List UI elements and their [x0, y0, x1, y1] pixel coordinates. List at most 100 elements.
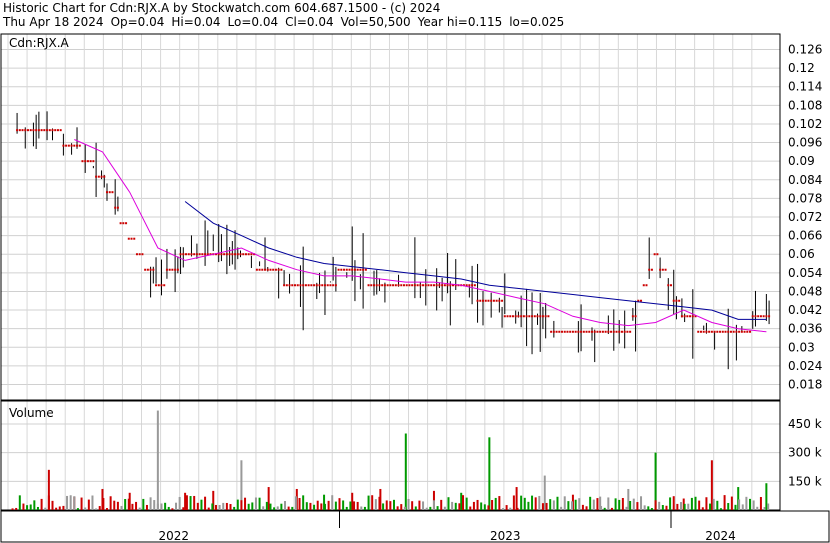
close-tick [247, 253, 250, 256]
close-tick [321, 284, 324, 287]
volume-bar [29, 504, 32, 510]
volume-bar [632, 498, 635, 510]
volume-bar [501, 508, 504, 510]
close-tick [100, 175, 103, 178]
close-tick [482, 299, 485, 302]
close-tick [509, 315, 512, 318]
close-tick [307, 284, 310, 287]
volume-bar [229, 504, 232, 510]
close-tick [277, 268, 280, 271]
volume-bar [313, 504, 316, 510]
volume-bar [763, 507, 766, 510]
volume-bar [523, 497, 526, 510]
volume-bar [316, 500, 319, 510]
volume-bar [345, 506, 348, 510]
volume-bar [443, 506, 446, 510]
volume-bar [723, 495, 726, 510]
close-tick [580, 330, 583, 333]
volume-bar [658, 501, 661, 510]
close-tick [258, 268, 261, 271]
close-tick [443, 284, 446, 287]
volume-bar [614, 498, 617, 510]
close-tick [400, 284, 403, 287]
volume-bar [225, 502, 228, 510]
close-tick [596, 330, 599, 333]
close-tick [705, 330, 708, 333]
volume-bar [371, 495, 374, 510]
close-tick [353, 268, 356, 271]
price-tick-label: 0.096 [788, 136, 822, 150]
close-tick [629, 330, 632, 333]
volume-bar [76, 508, 79, 510]
volume-bar [560, 506, 563, 510]
volume-bar [460, 492, 463, 510]
volume-bar [650, 508, 653, 510]
close-tick [751, 315, 754, 318]
volume-bar [589, 496, 592, 510]
price-panel-title: Cdn:RJX.A [9, 36, 70, 50]
volume-bar [26, 505, 29, 510]
volume-bar [756, 506, 759, 510]
volume-bar [585, 506, 588, 510]
close-tick [35, 129, 38, 132]
volume-bar [160, 503, 163, 510]
volume-bar [149, 497, 152, 510]
close-tick [552, 330, 555, 333]
close-tick [193, 253, 196, 256]
volume-panel-frame [0, 400, 781, 511]
volume-bar [116, 501, 119, 510]
volume-bar [262, 506, 265, 510]
volume-bar [62, 505, 65, 510]
volume-bar [164, 502, 167, 510]
close-tick [223, 253, 226, 256]
volume-bar [719, 508, 722, 510]
volume-bar [701, 507, 704, 510]
volume-bar [407, 498, 410, 510]
close-tick [604, 330, 607, 333]
price-tick-label: 0.048 [788, 284, 822, 298]
volume-bar [451, 501, 454, 510]
close-tick [716, 330, 719, 333]
volume-bar [351, 492, 354, 510]
close-tick [313, 284, 316, 287]
volume-bar [222, 502, 225, 510]
price-tick-label: 0.018 [788, 377, 822, 391]
close-tick [615, 330, 618, 333]
close-tick [531, 315, 534, 318]
close-tick [187, 253, 190, 256]
price-tick-label: 0.042 [788, 303, 822, 317]
close-tick [105, 191, 108, 194]
close-tick [405, 284, 408, 287]
volume-bar [84, 507, 87, 510]
close-tick [528, 315, 531, 318]
volume-bar [465, 497, 468, 510]
close-tick [689, 315, 692, 318]
volume-bar [498, 496, 501, 510]
close-tick [732, 330, 735, 333]
volume-bar [698, 500, 701, 510]
volume-bar [334, 501, 337, 510]
volume-bar [175, 502, 178, 510]
close-tick [122, 222, 125, 225]
close-tick [740, 330, 743, 333]
close-tick [201, 253, 204, 256]
close-tick [555, 330, 558, 333]
close-tick [432, 284, 435, 287]
volume-bar [488, 437, 491, 510]
volume-bar [120, 505, 123, 510]
price-bars [16, 111, 771, 370]
volume-bar [171, 508, 174, 510]
close-tick [29, 129, 32, 132]
volume-bar [749, 498, 752, 510]
volume-bar [342, 500, 345, 510]
close-tick [264, 268, 267, 271]
volume-bar [145, 504, 148, 510]
volume-bar [251, 502, 254, 510]
volume-bar [11, 508, 14, 510]
close-tick [76, 144, 79, 147]
volume-bar [767, 503, 770, 510]
close-tick [375, 284, 378, 287]
close-tick [190, 253, 193, 256]
volume-bar [545, 502, 548, 510]
close-tick [661, 268, 664, 271]
